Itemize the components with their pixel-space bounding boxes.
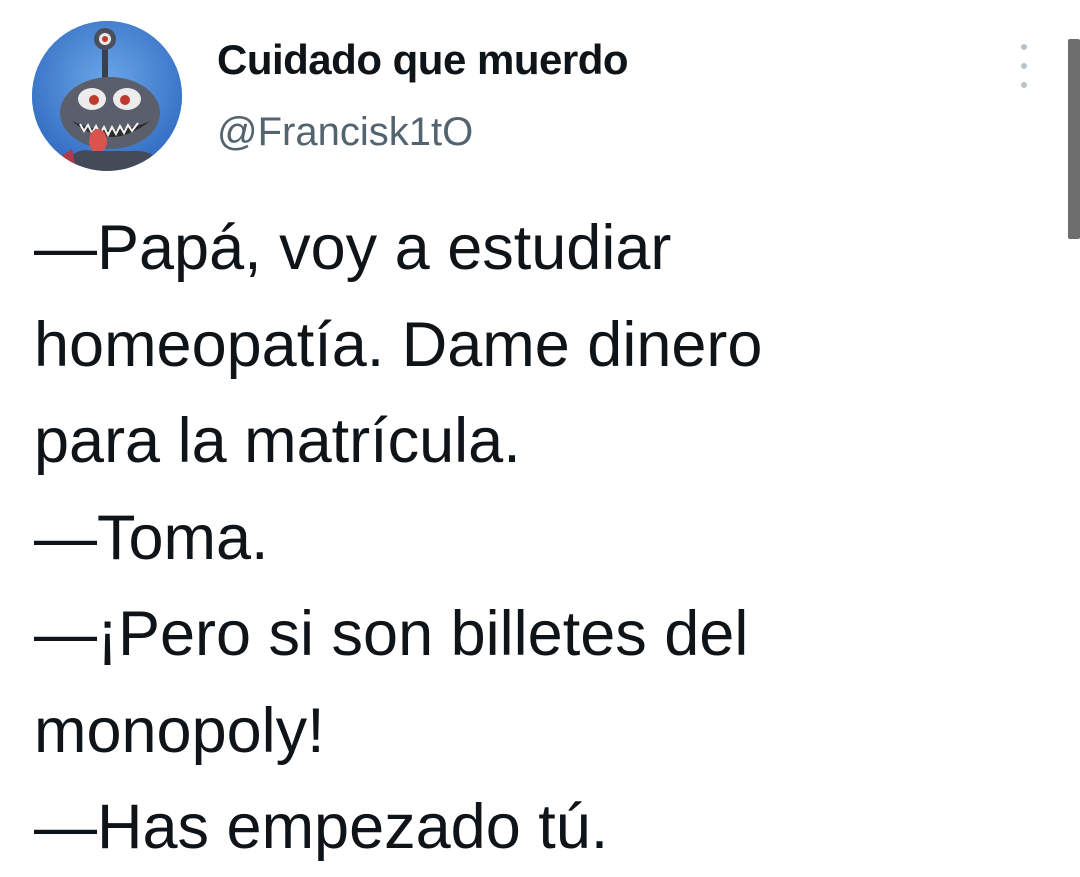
tweet-card: Cuidado que muerdo @Francisk1tO —Papá, v… <box>0 0 1080 877</box>
tweet-text-line: —Has empezado tú. <box>34 792 609 862</box>
vertical-ellipsis-icon <box>1021 63 1027 69</box>
cartoon-creature-avatar-icon <box>32 21 182 171</box>
tweet-text: —Papá, voy a estudiar homeopatía. Dame d… <box>34 200 1034 876</box>
vertical-ellipsis-icon <box>1021 82 1027 88</box>
scrollbar[interactable] <box>1068 39 1080 239</box>
tweet-text-line: —Toma. <box>34 502 269 573</box>
tweet-text-line: homeopatía. Dame dinero <box>34 309 763 380</box>
author-handle[interactable]: @Francisk1tO <box>217 110 473 155</box>
tweet-text-line: —Papá, voy a estudiar <box>34 213 672 283</box>
more-options-button[interactable] <box>1010 44 1038 88</box>
author-display-name[interactable]: Cuidado que muerdo <box>217 36 629 84</box>
tweet-text-line: —¡Pero si son billetes del <box>34 599 749 669</box>
tweet-text-line: monopoly! <box>34 695 325 766</box>
tweet-text-line: para la matrícula. <box>34 406 521 476</box>
avatar[interactable] <box>32 21 182 171</box>
vertical-ellipsis-icon <box>1021 44 1027 50</box>
